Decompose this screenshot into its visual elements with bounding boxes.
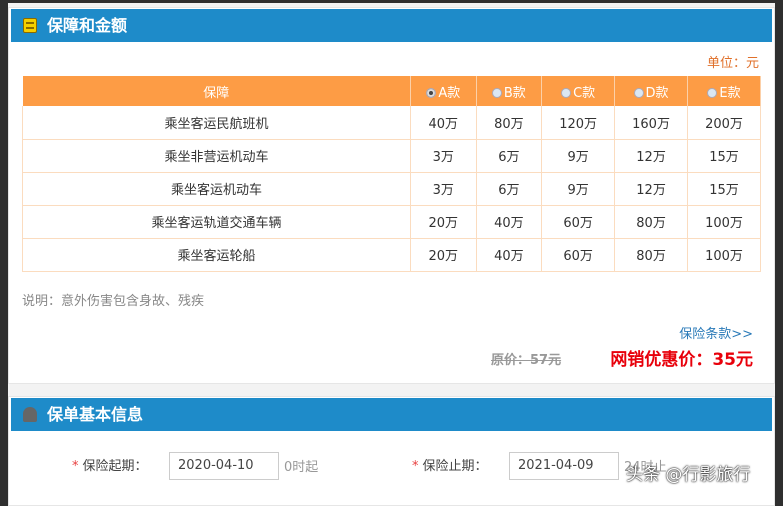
amount-cell: 60万 xyxy=(541,238,616,272)
note-text: 说明：意外伤害包含身故、残疾 xyxy=(22,294,205,309)
amount-cell: 3万 xyxy=(410,139,477,173)
header-label: 保障 xyxy=(203,85,230,101)
start-suffix: 0时起 xyxy=(284,460,319,475)
coverage-cell: 乘坐客运轨道交通车辆 xyxy=(22,205,411,239)
plan-option-1[interactable]: A款 xyxy=(410,76,477,106)
radio-icon[interactable] xyxy=(491,87,502,98)
end-date-input[interactable]: 2021-04-09 xyxy=(509,452,619,480)
table-row: 乘坐客运轨道交通车辆 20万 40万 60万 80万 100万 xyxy=(22,205,761,239)
amount-cell: 80万 xyxy=(475,106,543,140)
amount-cell: 20万 xyxy=(410,238,477,272)
amount-cell: 12万 xyxy=(614,172,689,206)
radio-icon[interactable] xyxy=(561,87,572,98)
amount-cell: 80万 xyxy=(614,205,689,239)
unit-label: 单位：元 xyxy=(706,56,759,71)
section-header: 保单基本信息 xyxy=(11,398,772,431)
amount-cell: 120万 xyxy=(541,106,616,140)
coverage-cell: 乘坐客运民航班机 xyxy=(22,106,411,140)
amount-cell: 12万 xyxy=(614,139,689,173)
amount-cell: 6万 xyxy=(475,139,543,173)
required-mark: * xyxy=(412,459,419,474)
coverage-cell: 乘坐非营运机动车 xyxy=(22,139,411,173)
coverage-header: 保障 xyxy=(22,76,411,106)
label-text: 保险起期： xyxy=(82,459,148,474)
list-icon xyxy=(23,18,37,33)
start-date-label: * 保险起期： xyxy=(72,455,148,474)
sale-price: 网销优惠价：35元 xyxy=(610,350,753,370)
header-label: C款 xyxy=(573,85,596,101)
end-date-label: * 保险止期： xyxy=(412,455,488,474)
coverage-table: 保障 A款 B款 C款 D款 E款 乘坐客运民航班机 40万 80万 120万 160万 200万乘… xyxy=(22,76,761,272)
table-row: 乘坐客运机动车 3万 6万 9万 12万 15万 xyxy=(22,172,761,206)
plan-option-5[interactable]: E款 xyxy=(687,76,761,106)
required-mark: * xyxy=(72,459,79,474)
amount-cell: 60万 xyxy=(541,205,616,239)
policy-info-panel: 保单基本信息 xyxy=(8,396,775,506)
table-row: 乘坐客运民航班机 40万 80万 120万 160万 200万 xyxy=(22,106,761,140)
plan-option-2[interactable]: B款 xyxy=(476,76,543,106)
header-label: A款 xyxy=(438,85,461,101)
amount-cell: 9万 xyxy=(541,172,616,206)
coverage-cell: 乘坐客运轮船 xyxy=(22,238,411,272)
amount-cell: 40万 xyxy=(410,106,477,140)
amount-cell: 100万 xyxy=(687,205,761,239)
amount-cell: 160万 xyxy=(614,106,689,140)
coverage-cell: 乘坐客运机动车 xyxy=(22,172,411,206)
amount-cell: 40万 xyxy=(475,238,543,272)
header-label: E款 xyxy=(719,85,741,101)
section-header: 保障和金额 xyxy=(11,9,772,42)
header-label: D款 xyxy=(645,85,669,101)
amount-cell: 100万 xyxy=(687,238,761,272)
amount-cell: 3万 xyxy=(410,172,477,206)
radio-icon[interactable] xyxy=(426,87,437,98)
amount-cell: 80万 xyxy=(614,238,689,272)
radio-icon[interactable] xyxy=(707,87,718,98)
original-price: 原价：57元 xyxy=(491,353,562,368)
section-title: 保单基本信息 xyxy=(47,405,144,424)
watermark: 头条 @行影旅行 xyxy=(626,465,751,485)
plan-option-4[interactable]: D款 xyxy=(614,76,689,106)
section-title: 保障和金额 xyxy=(47,16,128,35)
header-label: B款 xyxy=(503,85,526,101)
amount-cell: 9万 xyxy=(541,139,616,173)
plan-option-3[interactable]: C款 xyxy=(541,76,616,106)
amount-cell: 15万 xyxy=(687,172,761,206)
amount-cell: 20万 xyxy=(410,205,477,239)
terms-link[interactable]: 保险条款>> xyxy=(679,323,753,342)
radio-icon[interactable] xyxy=(633,87,644,98)
label-text: 保险止期： xyxy=(422,459,488,474)
table-row: 乘坐客运轮船 20万 40万 60万 80万 100万 xyxy=(22,238,761,272)
start-date-input[interactable]: 2020-04-10 xyxy=(169,452,279,480)
amount-cell: 200万 xyxy=(687,106,761,140)
amount-cell: 15万 xyxy=(687,139,761,173)
table-row: 乘坐非营运机动车 3万 6万 9万 12万 15万 xyxy=(22,139,761,173)
amount-cell: 6万 xyxy=(475,172,543,206)
user-icon xyxy=(23,407,37,422)
amount-cell: 40万 xyxy=(475,205,543,239)
